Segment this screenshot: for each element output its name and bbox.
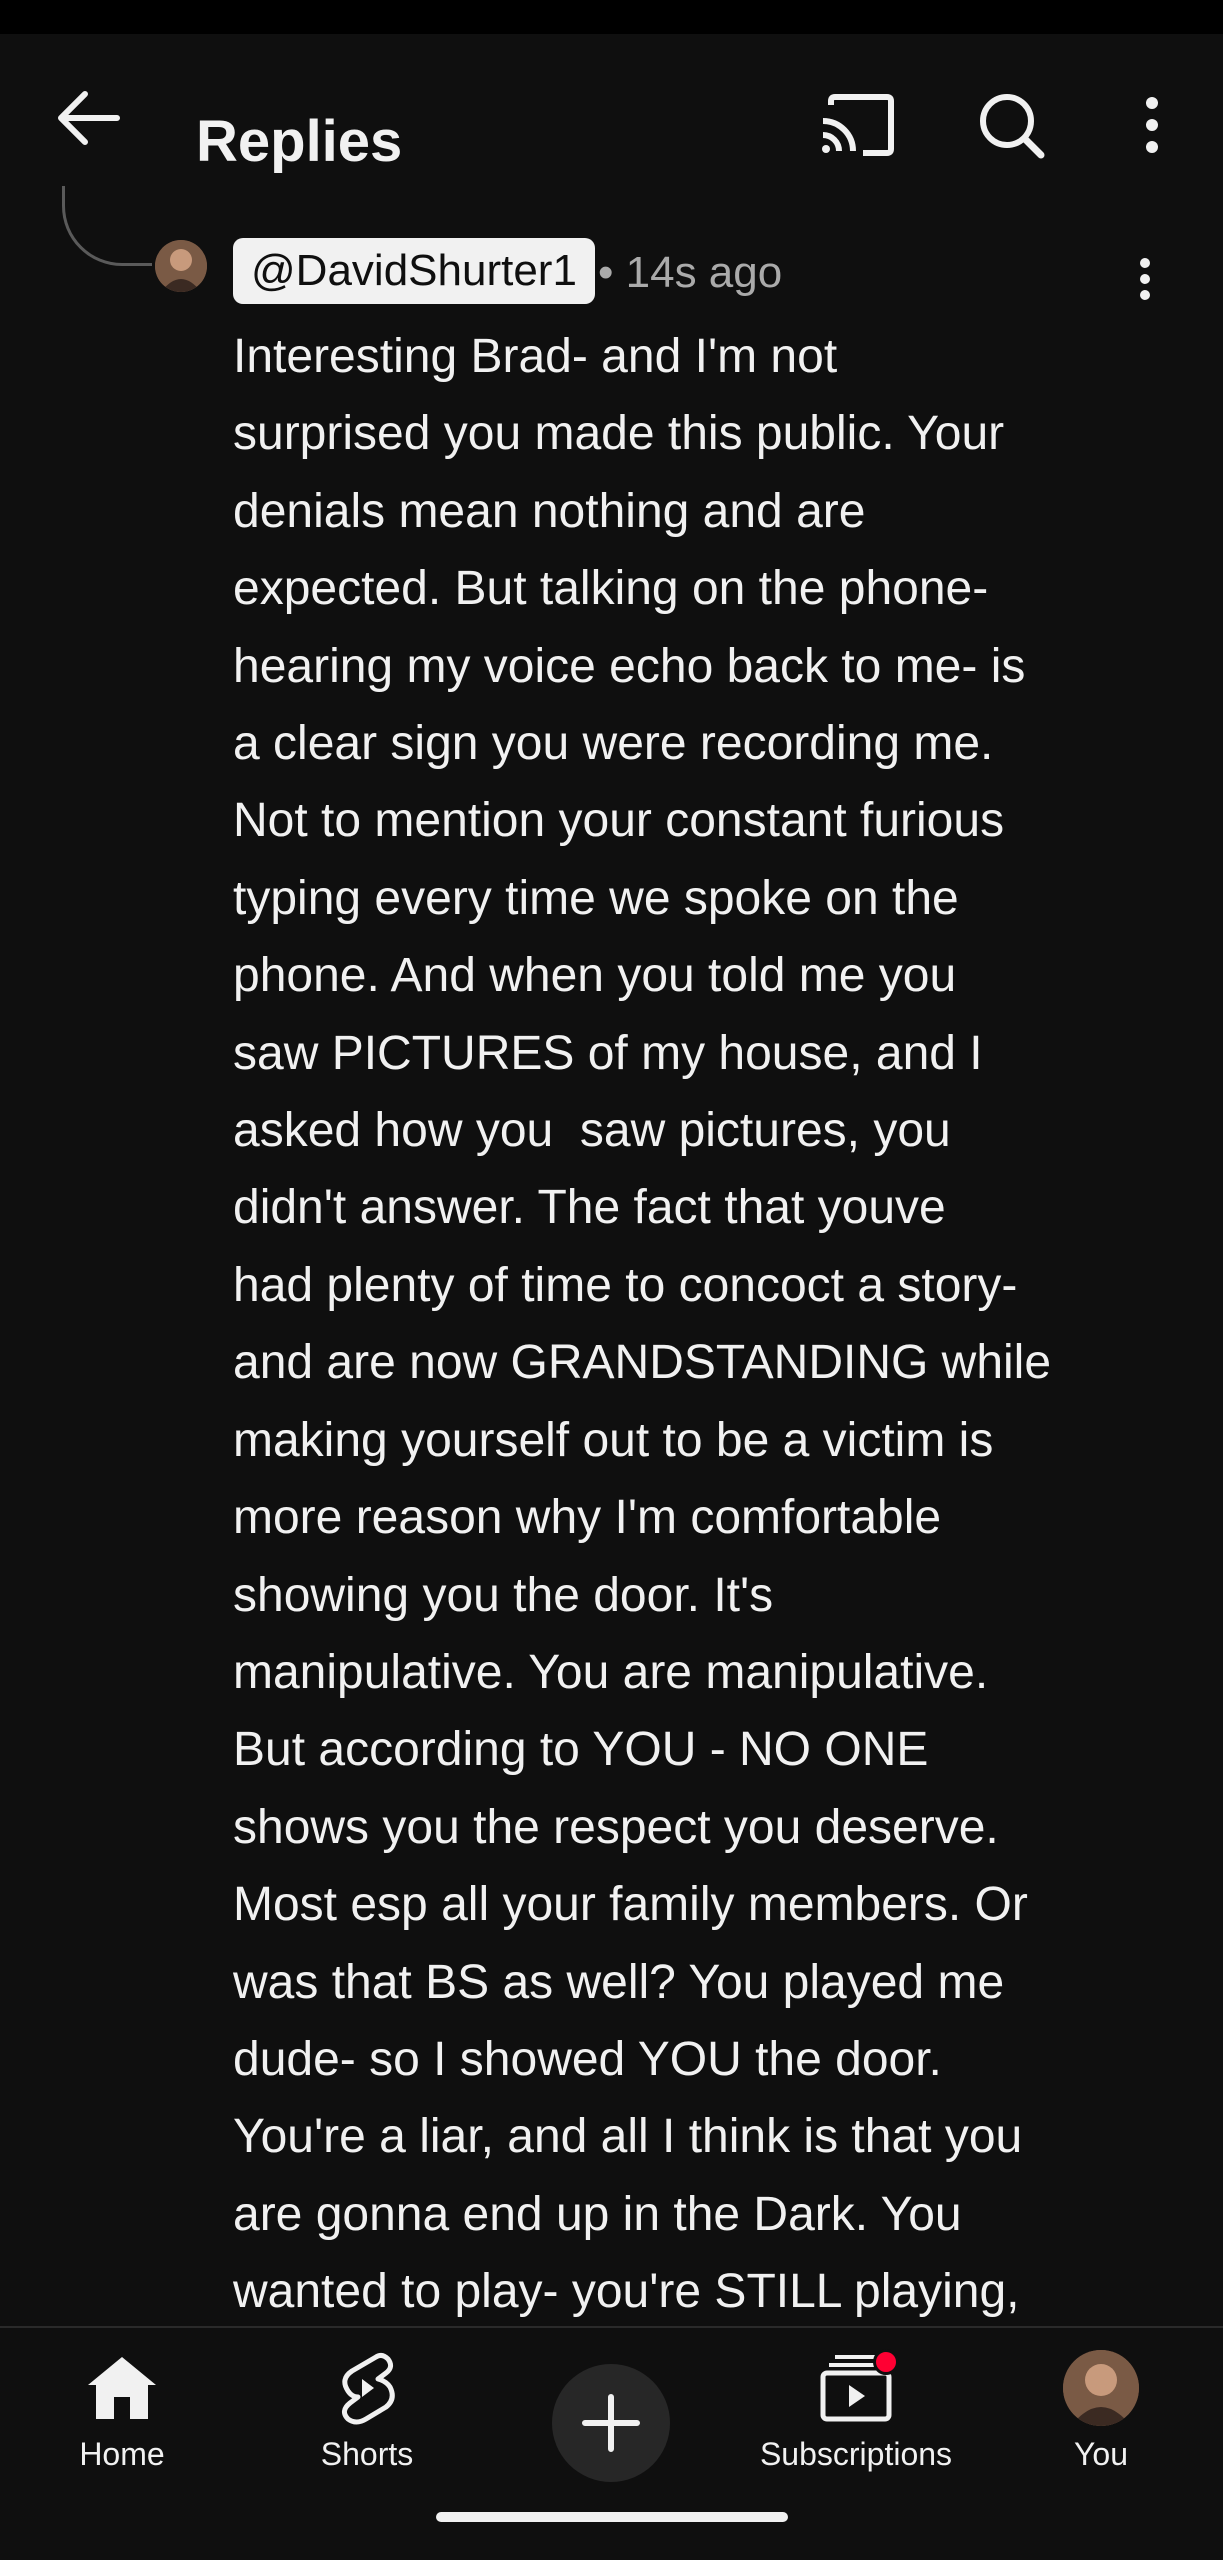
bottom-navigation: Home Shorts Subscriptions You	[0, 2326, 1223, 2560]
comment-line: expected. But talking on the phone-	[233, 562, 989, 616]
reply-thread-connector	[62, 186, 152, 266]
comment-line: asked how you saw pictures, you	[233, 1104, 951, 1158]
comment-line: a clear sign you were recording me.	[233, 717, 994, 771]
nav-home-label: Home	[79, 2436, 165, 2472]
comment-line: You're a liar, and all I think is that y…	[233, 2110, 1023, 2164]
comment-line: saw PICTURES of my house, and I	[233, 1026, 983, 1080]
nav-subscriptions[interactable]: Subscriptions	[756, 2348, 956, 2488]
back-button[interactable]	[52, 82, 124, 154]
page-title: Replies	[196, 109, 403, 174]
nav-subscriptions-label: Subscriptions	[759, 2436, 953, 2472]
comment-line: showing you the door. It's	[233, 1568, 774, 1622]
more-options-button[interactable]	[1120, 80, 1184, 170]
nav-you-label: You	[1074, 2436, 1128, 2472]
comment-line: Not to mention your constant furious	[233, 794, 1005, 848]
nav-you[interactable]: You	[1001, 2348, 1201, 2488]
home-icon	[88, 2357, 156, 2419]
search-icon	[980, 94, 1045, 159]
comment-author-avatar[interactable]	[155, 240, 207, 292]
comment-text: Interesting Brad- and I'm not surprised y…	[233, 318, 1133, 2328]
comment-line: didn't answer. The fact that youve	[233, 1181, 946, 1235]
comment-timestamp: • 14s ago	[598, 248, 783, 297]
comment-line: Interesting Brad- and I'm not	[233, 330, 838, 383]
nav-shorts[interactable]: Shorts	[267, 2348, 467, 2488]
comment-line: wanted to play- you're STILL playing,	[233, 2265, 1020, 2319]
comment-line: denials mean nothing and are	[233, 484, 866, 538]
comment-line: Most esp all your family members. Or	[233, 1878, 1028, 1932]
nav-shorts-label: Shorts	[320, 2436, 414, 2472]
comment-line: But according to YOU - NO ONE	[233, 1723, 929, 1777]
comment-line: surprised you made this public. Your	[233, 407, 1005, 461]
comment-more-button[interactable]	[1120, 246, 1170, 312]
plus-icon	[582, 2394, 640, 2452]
more-vertical-icon	[1146, 97, 1158, 153]
comment-line: hearing my voice echo back to me- is	[233, 639, 1026, 693]
person-avatar-icon	[155, 240, 207, 292]
notification-dot	[873, 2349, 899, 2375]
comment-line: phone. And when you told me you	[233, 949, 957, 1003]
shorts-icon	[342, 2352, 395, 2425]
cast-button[interactable]	[812, 80, 902, 170]
create-button[interactable]	[552, 2364, 670, 2482]
comment-line: had plenty of time to concoct a story-	[233, 1258, 1018, 1312]
comment-line: and are now GRANDSTANDING while	[233, 1336, 1052, 1390]
comment-line: was that BS as well? You played me	[233, 1955, 1005, 2009]
comment-line: making yourself out to be a victim is	[233, 1413, 994, 1467]
more-vertical-icon	[1140, 258, 1150, 300]
comment-line: manipulative. You are manipulative.	[233, 1645, 989, 1699]
cast-icon	[822, 94, 894, 156]
comment-author-name[interactable]: @DavidShurter1	[233, 238, 595, 304]
home-indicator	[436, 2512, 788, 2522]
comment-line: are gonna end up in the Dark. You	[233, 2187, 962, 2241]
back-arrow-icon	[58, 91, 120, 145]
person-avatar-icon	[1063, 2350, 1139, 2426]
status-bar	[0, 0, 1223, 34]
search-button[interactable]	[966, 80, 1056, 170]
comment-line: dude- so I showed YOU the door.	[233, 2032, 942, 2086]
app-bar: Replies	[0, 34, 1223, 194]
comment-line: typing every time we spoke on the	[233, 871, 959, 925]
profile-avatar	[1063, 2350, 1139, 2426]
comment-line: more reason why I'm comfortable	[233, 1491, 942, 1545]
comment-line: shows you the respect you deserve.	[233, 1800, 999, 1854]
nav-home[interactable]: Home	[22, 2348, 222, 2488]
